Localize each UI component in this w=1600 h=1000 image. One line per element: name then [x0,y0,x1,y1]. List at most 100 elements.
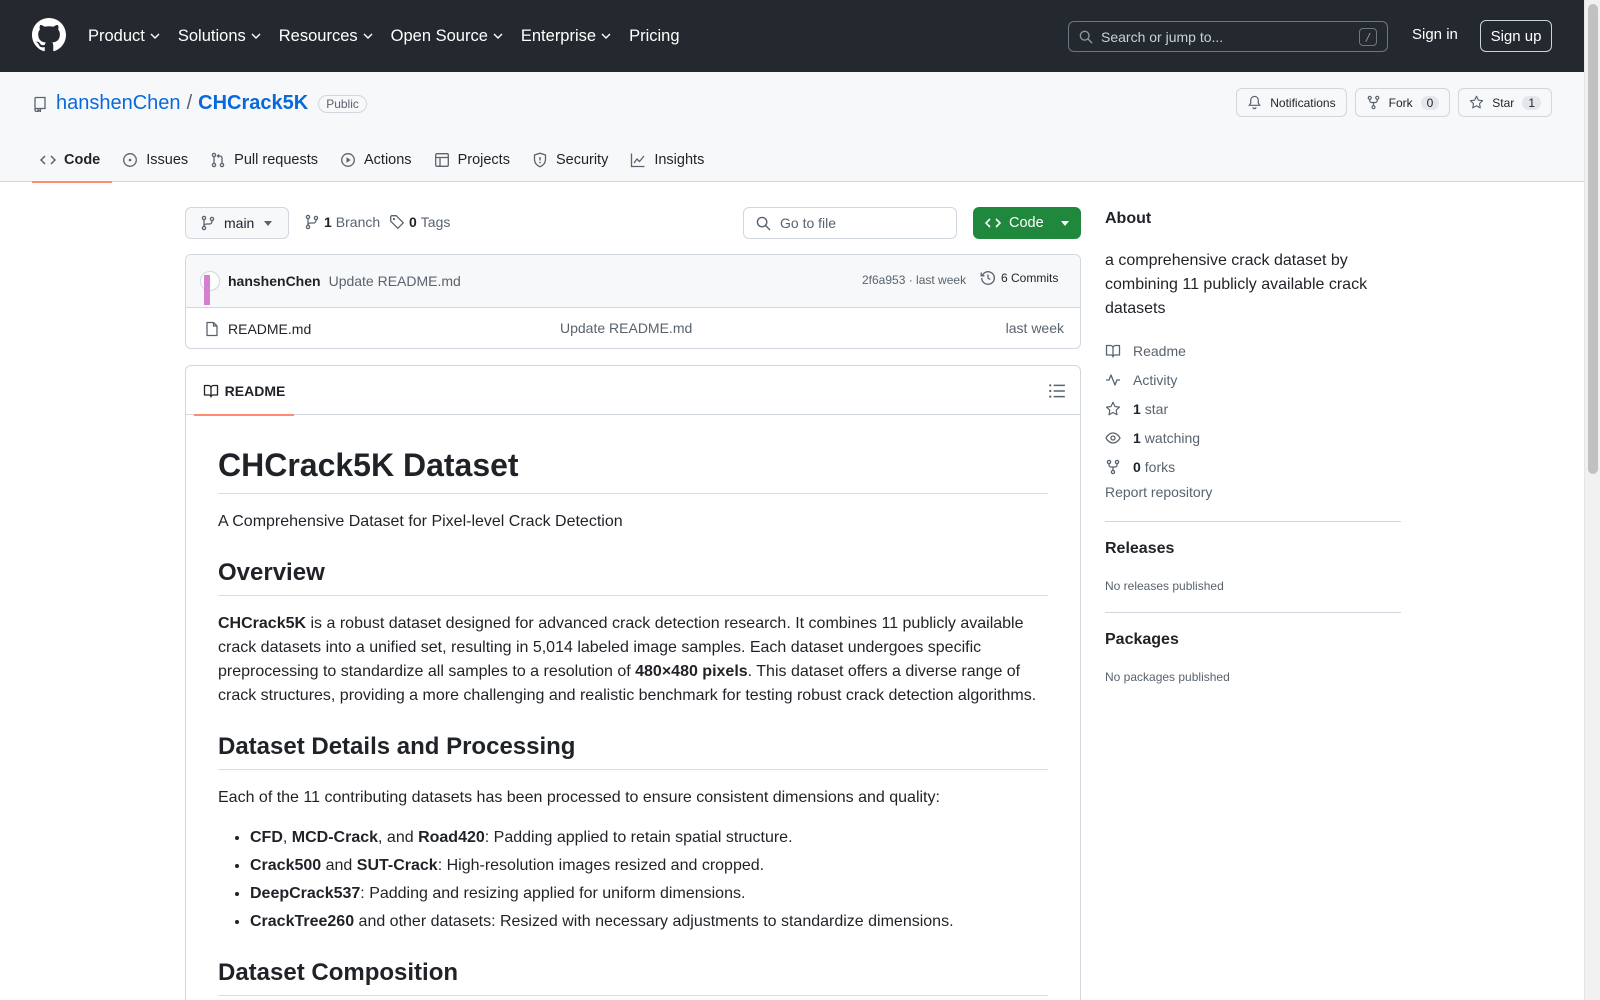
commit-message-link[interactable]: Update README.md [329,273,461,289]
tab-projects-label: Projects [457,152,510,168]
file-commit-link[interactable]: Update README.md [560,320,692,336]
details-intro: Each of the 11 contributing datasets has… [218,789,940,806]
file-browser: hanshenChen Update README.md 2f6a953 · l… [185,254,1081,349]
tag-icon [390,215,404,229]
activity-link-label: Activity [1133,371,1178,388]
chevron-down-icon [150,33,160,39]
fork-icon [1367,95,1379,110]
nav-enterprise-label: Enterprise [520,26,597,45]
file-name-link[interactable]: README.md [228,321,311,337]
search-shortcut-key: / [1359,28,1377,46]
caret-down-icon [1061,221,1069,226]
forks-link[interactable]: 0 forks [1105,452,1200,481]
scrollbar-thumb[interactable] [1588,4,1598,474]
tab-insights[interactable]: Insights [622,138,716,182]
stars-link[interactable]: 1 star [1105,394,1200,423]
packages-heading[interactable]: Packages [1105,631,1179,649]
branches-link[interactable]: 1 Branch [304,214,380,230]
readme-subtitle: A Comprehensive Dataset for Pixel-level … [218,513,623,530]
tab-issues[interactable]: Issues [114,138,200,182]
commits-history-link[interactable]: 6 Commits [980,270,1058,286]
go-to-file-input[interactable]: Go to file [743,207,957,239]
branch-label: Branch [335,214,381,230]
commits-count-label: 6 Commits [1001,271,1059,285]
file-icon [206,321,218,337]
nav-enterprise[interactable]: Enterprise [521,27,611,46]
nav-open-source[interactable]: Open Source [391,27,503,46]
search-placeholder: Search or jump to... [1101,28,1224,45]
nav-open-source-label: Open Source [390,26,488,45]
star-button[interactable]: Star 1 [1458,88,1552,117]
search-icon [1079,30,1093,44]
eye-icon [1105,431,1121,444]
tab-security[interactable]: Security [524,138,620,182]
branch-name: main [224,215,255,231]
tag-label: Tags [420,214,451,230]
tab-security-label: Security [555,152,609,168]
sign-up-button[interactable]: Sign up [1480,20,1552,52]
pull-request-icon [211,152,225,168]
readme-link-label: Readme [1133,342,1186,359]
chevron-down-icon [493,33,503,39]
packages-note: No packages published [1105,670,1230,684]
repo-name-link[interactable]: CHCrack5K [198,92,308,115]
tab-actions[interactable]: Actions [332,138,424,182]
readme-link[interactable]: Readme [1105,336,1200,365]
tab-insights-label: Insights [654,152,705,168]
nav-resources[interactable]: Resources [279,27,373,46]
star-icon [1470,95,1484,109]
releases-heading[interactable]: Releases [1105,540,1174,558]
github-logo-icon[interactable] [32,18,66,52]
nav-product[interactable]: Product [88,27,160,46]
watchers-link[interactable]: 1 watching [1105,423,1200,452]
global-search-input[interactable]: Search or jump to... / [1068,21,1388,52]
chevron-down-icon [363,33,373,39]
sign-in-link[interactable]: Sign in [1412,26,1458,43]
report-repository-link[interactable]: Report repository [1105,484,1212,500]
commit-hash-time[interactable]: 2f6a953 · last week [862,273,966,287]
notifications-button[interactable]: Notifications [1236,88,1347,117]
tab-projects[interactable]: Projects [426,138,522,182]
file-time: last week [1005,320,1064,336]
nav-solutions-label: Solutions [177,26,246,45]
code-download-button[interactable]: Code [973,207,1081,239]
repo-title: hanshenChen / CHCrack5K Public [32,92,367,115]
forks-label: forks [1144,458,1176,475]
branch-icon [201,215,215,231]
repo-owner-link[interactable]: hanshenChen [56,92,181,115]
repo-separator: / [186,92,193,114]
fork-button[interactable]: Fork 0 [1354,88,1451,117]
pulse-icon [1106,373,1120,386]
nav-solutions[interactable]: Solutions [178,27,261,46]
branch-select-button[interactable]: main [185,207,289,239]
page-scrollbar[interactable] [1584,0,1600,1000]
tab-issues-label: Issues [146,152,189,168]
tab-pull-requests[interactable]: Pull requests [202,138,330,182]
overview-heading: Overview [218,558,1048,596]
star-count: 1 [1522,95,1541,110]
code-icon [40,155,56,165]
search-icon [756,216,771,231]
book-icon [1105,344,1121,358]
nav-pricing-label: Pricing [629,26,680,45]
readme-tab[interactable]: README [194,366,294,416]
tab-code[interactable]: Code [32,138,113,183]
watchers-count: 1 [1133,429,1141,446]
avatar[interactable] [200,271,220,305]
fork-icon [1106,459,1120,474]
stars-label: star [1144,400,1169,417]
bell-icon [1248,95,1261,110]
star-icon [1105,401,1121,415]
file-row[interactable]: README.md Update README.md last week [186,308,1080,348]
issue-icon [123,153,138,167]
list-outline-icon[interactable] [1048,382,1066,400]
readme-panel: README CHCrack5K Dataset A Comprehensive… [185,365,1081,1000]
readme-header: README [186,366,1080,416]
tags-link[interactable]: 0 Tags [389,214,450,230]
nav-pricing[interactable]: Pricing [629,27,679,46]
releases-note: No releases published [1105,579,1224,593]
branch-count: 1 [324,214,332,230]
commit-author-link[interactable]: hanshenChen [228,273,321,289]
readme-content: CHCrack5K Dataset A Comprehensive Datase… [186,415,1080,996]
activity-link[interactable]: Activity [1105,365,1200,394]
